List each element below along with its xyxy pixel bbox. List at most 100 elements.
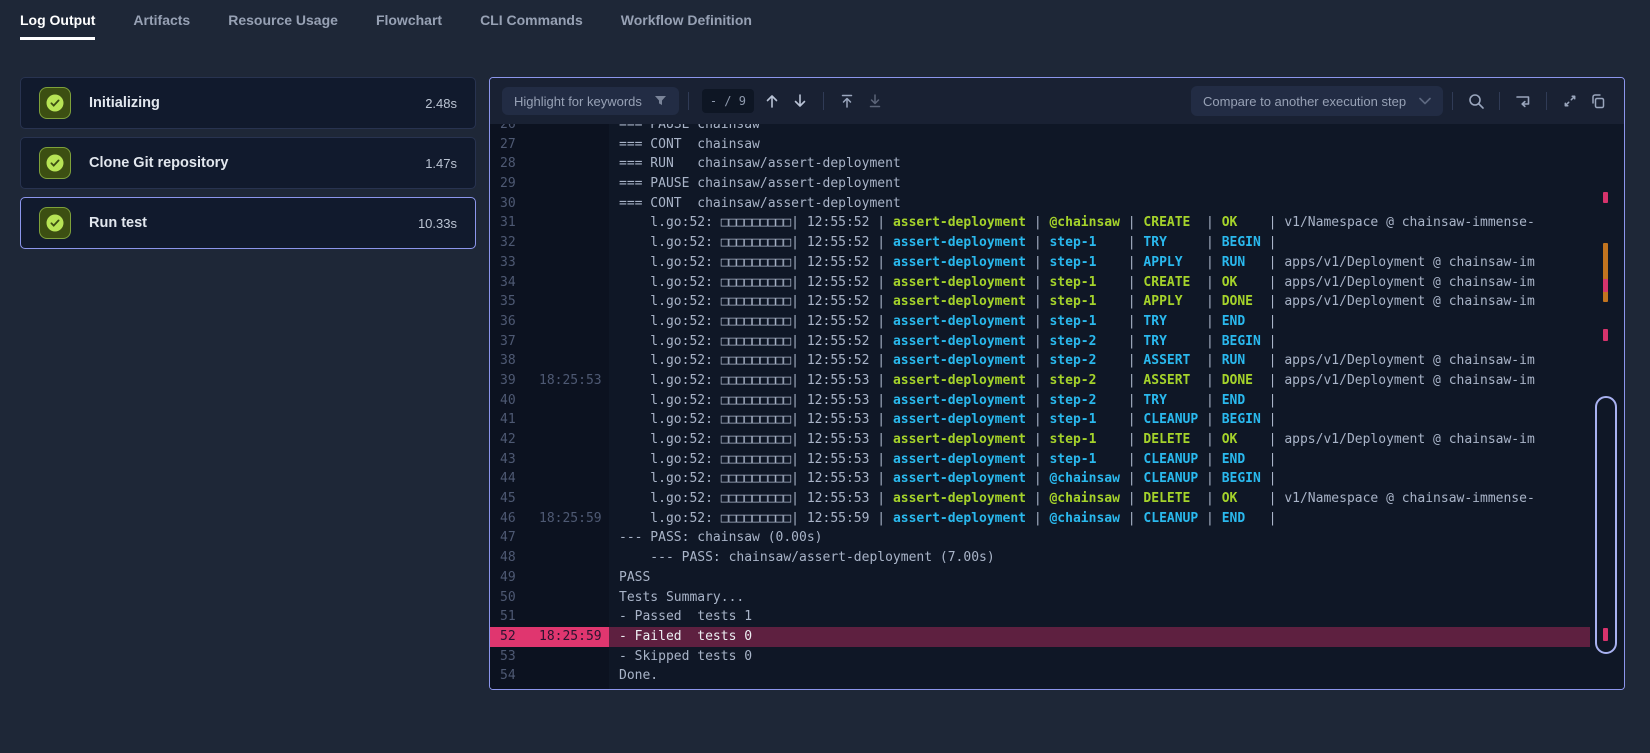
line-content: l.go:52: □□□□□□□□□| 12:55:52 | assert-de… (609, 332, 1590, 352)
log-line-51[interactable]: 51- Passed tests 1 (490, 607, 1590, 627)
search-match-counter: - / 9 (702, 89, 754, 113)
copy-log-button[interactable] (1584, 87, 1612, 115)
line-timestamp (531, 124, 609, 135)
line-number: 36 (490, 312, 531, 332)
log-line-28[interactable]: 28=== RUN chainsaw/assert-deployment (490, 154, 1590, 174)
compare-step-dropdown[interactable]: Compare to another execution step (1191, 86, 1443, 116)
log-line-39[interactable]: 3918:25:53 l.go:52: □□□□□□□□□| 12:55:53 … (490, 371, 1590, 391)
log-line-48[interactable]: 48 --- PASS: chainsaw/assert-deployment … (490, 548, 1590, 568)
log-line-46[interactable]: 4618:25:59 l.go:52: □□□□□□□□□| 12:55:59 … (490, 509, 1590, 529)
log-line-40[interactable]: 40 l.go:52: □□□□□□□□□| 12:55:53 | assert… (490, 391, 1590, 411)
line-number: 37 (490, 332, 531, 352)
step-label: Clone Git repository (89, 155, 228, 171)
log-line-37[interactable]: 37 l.go:52: □□□□□□□□□| 12:55:52 | assert… (490, 332, 1590, 352)
minimap-marker (1603, 628, 1608, 641)
search-button[interactable] (1462, 87, 1490, 115)
line-timestamp (531, 312, 609, 332)
previous-match-button[interactable] (758, 87, 786, 115)
log-line-54[interactable]: 54Done. (490, 666, 1590, 686)
log-line-27[interactable]: 27=== CONT chainsaw (490, 135, 1590, 155)
tab-cli-commands[interactable]: CLI Commands (480, 0, 583, 40)
line-number: 26 (490, 124, 531, 135)
log-line-49[interactable]: 49PASS (490, 568, 1590, 588)
keyword-highlight-input[interactable]: Highlight for keywords (502, 87, 679, 115)
log-line-33[interactable]: 33 l.go:52: □□□□□□□□□| 12:55:52 | assert… (490, 253, 1590, 273)
toolbar-divider (688, 92, 689, 110)
line-number: 49 (490, 568, 531, 588)
log-line-38[interactable]: 38 l.go:52: □□□□□□□□□| 12:55:52 | assert… (490, 351, 1590, 371)
log-panel: Highlight for keywords - / 9 (489, 77, 1625, 690)
line-number: 45 (490, 489, 531, 509)
log-line-35[interactable]: 35 l.go:52: □□□□□□□□□| 12:55:52 | assert… (490, 292, 1590, 312)
line-content: === CONT chainsaw/assert-deployment (609, 194, 1590, 214)
step-duration: 10.33s (418, 216, 457, 231)
line-timestamp (531, 489, 609, 509)
line-number: 30 (490, 194, 531, 214)
log-line-36[interactable]: 36 l.go:52: □□□□□□□□□| 12:55:52 | assert… (490, 312, 1590, 332)
wrap-lines-button[interactable] (1509, 87, 1537, 115)
arrow-to-top-icon (839, 93, 855, 109)
step-card-clone-git-repository[interactable]: Clone Git repository 1.47s (20, 137, 476, 189)
line-timestamp (531, 233, 609, 253)
log-line-42[interactable]: 42 l.go:52: □□□□□□□□□| 12:55:53 | assert… (490, 430, 1590, 450)
line-number: 39 (490, 371, 531, 391)
line-number: 33 (490, 253, 531, 273)
toolbar-divider (1499, 92, 1500, 110)
line-content: l.go:52: □□□□□□□□□| 12:55:52 | assert-de… (609, 312, 1590, 332)
scrollbar-thumb[interactable] (1595, 396, 1617, 654)
line-number: 41 (490, 410, 531, 430)
line-timestamp (531, 410, 609, 430)
log-line-32[interactable]: 32 l.go:52: □□□□□□□□□| 12:55:52 | assert… (490, 233, 1590, 253)
log-line-31[interactable]: 31 l.go:52: □□□□□□□□□| 12:55:52 | assert… (490, 213, 1590, 233)
line-content: - Skipped tests 0 (609, 647, 1590, 667)
tab-resource-usage[interactable]: Resource Usage (228, 0, 338, 40)
tab-artifacts[interactable]: Artifacts (133, 0, 190, 40)
line-content: l.go:52: □□□□□□□□□| 12:55:53 | assert-de… (609, 469, 1590, 489)
tab-flowchart[interactable]: Flowchart (376, 0, 442, 40)
log-line-30[interactable]: 30 === CONT chainsaw/assert-deployment (490, 194, 1590, 214)
log-line-43[interactable]: 43 l.go:52: □□□□□□□□□| 12:55:53 | assert… (490, 450, 1590, 470)
log-line-47[interactable]: 47--- PASS: chainsaw (0.00s) (490, 528, 1590, 548)
log-line-50[interactable]: 50Tests Summary... (490, 588, 1590, 608)
line-timestamp (531, 450, 609, 470)
line-number: 47 (490, 528, 531, 548)
log-line-26[interactable]: 26=== PAUSE chainsaw (490, 124, 1590, 135)
line-content: l.go:52: □□□□□□□□□| 12:55:59 | assert-de… (609, 509, 1590, 529)
log-line-44[interactable]: 44 l.go:52: □□□□□□□□□| 12:55:53 | assert… (490, 469, 1590, 489)
line-timestamp (531, 332, 609, 352)
success-check-icon (39, 87, 71, 119)
line-content: Done. (609, 666, 1590, 686)
line-number: 38 (490, 351, 531, 371)
line-content: === PAUSE chainsaw/assert-deployment (609, 174, 1590, 194)
log-toolbar: Highlight for keywords - / 9 (490, 78, 1624, 124)
step-card-run-test[interactable]: Run test 10.33s (20, 197, 476, 249)
line-content: l.go:52: □□□□□□□□□| 12:55:52 | assert-de… (609, 253, 1590, 273)
scroll-to-bottom-button[interactable] (861, 87, 889, 115)
log-line-34[interactable]: 34 l.go:52: □□□□□□□□□| 12:55:52 | assert… (490, 273, 1590, 293)
log-line-52[interactable]: 5218:25:59- Failed tests 0 (490, 627, 1590, 647)
toolbar-divider (823, 92, 824, 110)
step-card-initializing[interactable]: Initializing 2.48s (20, 77, 476, 129)
funnel-icon (654, 95, 667, 107)
log-line-53[interactable]: 53- Skipped tests 0 (490, 647, 1590, 667)
step-duration: 1.47s (425, 156, 457, 171)
line-content: l.go:52: □□□□□□□□□| 12:55:52 | assert-de… (609, 233, 1590, 253)
line-number: 50 (490, 588, 531, 608)
log-line-29[interactable]: 29=== PAUSE chainsaw/assert-deployment (490, 174, 1590, 194)
tab-log-output[interactable]: Log Output (20, 0, 95, 40)
toolbar-divider (1546, 92, 1547, 110)
scroll-to-top-button[interactable] (833, 87, 861, 115)
line-timestamp (531, 213, 609, 233)
step-label: Run test (89, 215, 147, 231)
toolbar-divider (1452, 92, 1453, 110)
line-timestamp (531, 174, 609, 194)
line-number: 42 (490, 430, 531, 450)
line-number: 32 (490, 233, 531, 253)
next-match-button[interactable] (786, 87, 814, 115)
log-line-41[interactable]: 41 l.go:52: □□□□□□□□□| 12:55:53 | assert… (490, 410, 1590, 430)
minimap-marker (1603, 279, 1608, 292)
log-viewer[interactable]: 26=== PAUSE chainsaw27=== CONT chainsaw2… (490, 124, 1624, 689)
tab-workflow-definition[interactable]: Workflow Definition (621, 0, 752, 40)
fullscreen-button[interactable] (1556, 87, 1584, 115)
log-line-45[interactable]: 45 l.go:52: □□□□□□□□□| 12:55:53 | assert… (490, 489, 1590, 509)
